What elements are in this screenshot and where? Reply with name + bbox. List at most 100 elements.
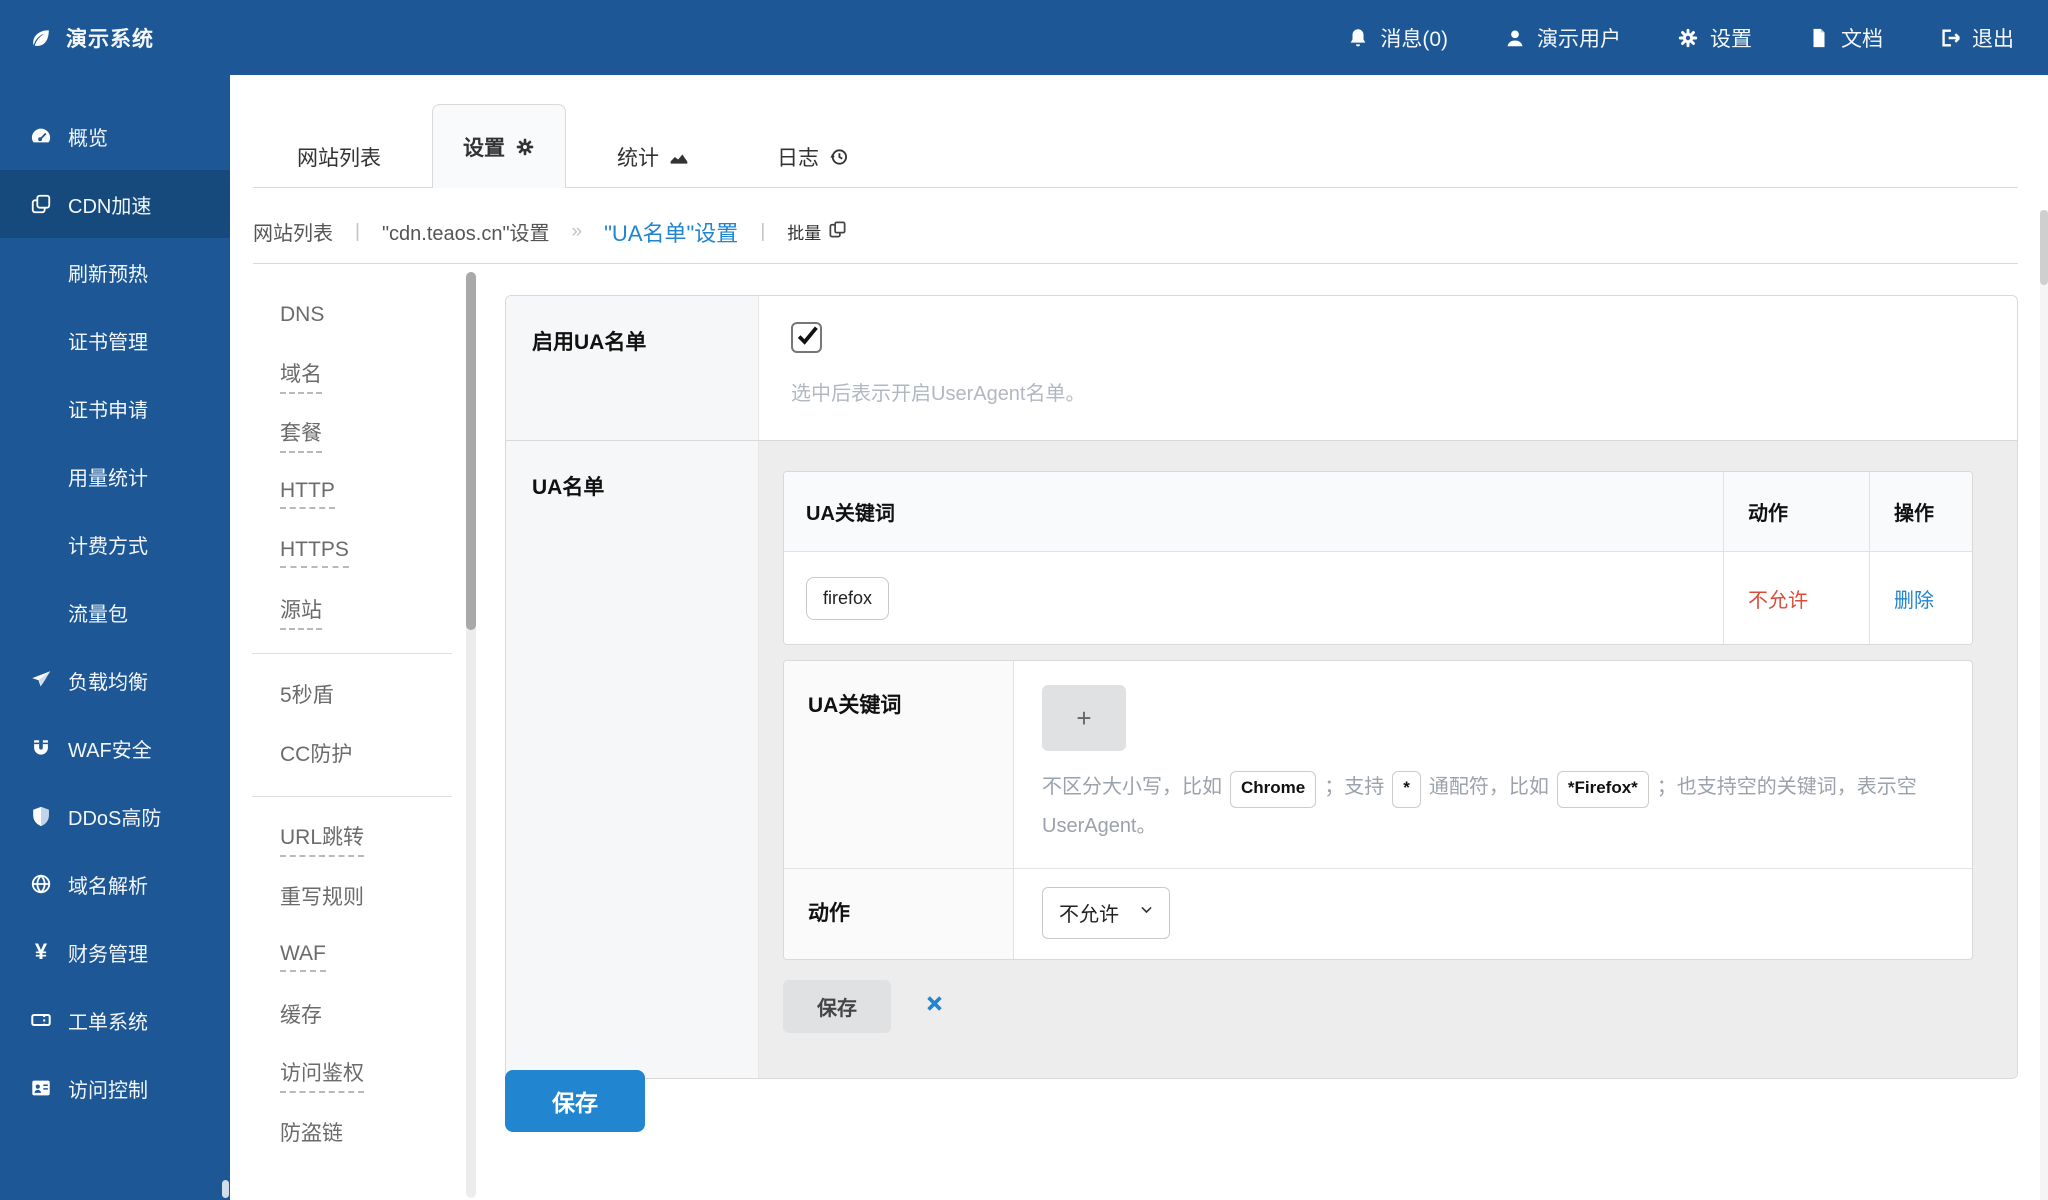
table-header-row: UA关键词 动作 操作 [784, 472, 1972, 552]
yen-icon: ¥ [28, 941, 54, 963]
chevron-down-icon [1138, 901, 1155, 924]
sidebar-item-label: 概览 [68, 122, 108, 151]
close-icon[interactable] [925, 994, 944, 1018]
messages-label: 消息(0) [1380, 23, 1448, 53]
tab-bar: 网站列表 设置 统计 日志 [253, 105, 2018, 188]
settings-nav-item-hotlink[interactable]: 防盗链 [252, 1104, 452, 1163]
settings-nav-item-https[interactable]: HTTPS [252, 523, 452, 582]
settings-nav-item-url-redirect[interactable]: URL跳转 [252, 809, 452, 868]
sidebar: 概览 CDN加速 刷新预热 证书管理 证书申请 用量统计 计费方式 流量包 负载… [0, 75, 230, 1200]
page-scrollbar[interactable] [2040, 210, 2048, 1200]
sidebar-item-dns-resolve[interactable]: 域名解析 [0, 850, 230, 918]
sidebar-item-label: 证书管理 [68, 326, 148, 355]
sidebar-item-label: CDN加速 [68, 190, 151, 219]
sidebar-item-cert-manage[interactable]: 证书管理 [0, 306, 230, 374]
sidebar-item-label: 流量包 [68, 598, 128, 627]
settings-nav-scrollbar[interactable] [466, 272, 476, 1198]
editor-save-row: 保存 [783, 980, 1973, 1033]
tab-site-list[interactable]: 网站列表 [260, 127, 418, 187]
sidebar-item-label: 用量统计 [68, 462, 148, 491]
tab-label: 统计 [617, 142, 659, 172]
breadcrumb-site-settings[interactable]: "cdn.teaos.cn"设置 [382, 217, 550, 246]
table-row: firefox 不允许 删除 [784, 552, 1972, 644]
editor-row-keyword: UA关键词 + 不区分大小写，比如Chrome；支持*通配符，比如*Firefo… [784, 661, 1972, 868]
page-scrollbar-thumb[interactable] [2040, 210, 2048, 285]
sidebar-item-overview[interactable]: 概览 [0, 102, 230, 170]
delete-link[interactable]: 删除 [1894, 584, 1934, 613]
settings-nav-item-cache[interactable]: 缓存 [252, 986, 452, 1045]
document-icon [1808, 27, 1830, 49]
tab-logs[interactable]: 日志 [740, 127, 886, 187]
batch-button[interactable]: 批量 [787, 219, 847, 244]
sidebar-item-traffic-package[interactable]: 流量包 [0, 578, 230, 646]
nav-divider [252, 796, 452, 797]
editor-save-button[interactable]: 保存 [783, 980, 891, 1033]
help-text: ；支持 [1324, 776, 1384, 798]
action-select[interactable]: 不允许 [1042, 887, 1170, 939]
magnet-icon [28, 737, 54, 759]
enable-ua-list-content: 选中后表示开启UserAgent名单。 [759, 296, 2017, 440]
enable-ua-checkbox[interactable] [791, 322, 822, 353]
ua-keyword-table: UA关键词 动作 操作 firefox 不允许 删除 [783, 471, 1973, 645]
gear-icon [1677, 27, 1699, 49]
action-select-value: 不允许 [1059, 898, 1119, 927]
clone-icon [28, 193, 54, 215]
add-keyword-button[interactable]: + [1042, 685, 1126, 751]
settings-nav-scrollbar-thumb[interactable] [466, 272, 476, 630]
breadcrumb-current[interactable]: "UA名单"设置 [604, 216, 738, 248]
sidebar-item-finance[interactable]: ¥ 财务管理 [0, 918, 230, 986]
sidebar-item-load-balancer[interactable]: 负载均衡 [0, 646, 230, 714]
settings-nav-item-cc[interactable]: CC防护 [252, 725, 452, 784]
settings-nav-item-dns[interactable]: DNS [252, 287, 452, 346]
sidebar-item-cdn[interactable]: CDN加速 [0, 170, 230, 238]
editor-keyword-label: UA关键词 [784, 661, 1014, 868]
sidebar-item-access-control[interactable]: 访问控制 [0, 1054, 230, 1122]
settings-nav-item-plan[interactable]: 套餐 [252, 405, 452, 464]
settings-button[interactable]: 设置 [1677, 23, 1752, 53]
sidebar-item-cert-apply[interactable]: 证书申请 [0, 374, 230, 442]
breadcrumb-separator: | [355, 221, 360, 243]
user-menu[interactable]: 演示用户 [1504, 23, 1621, 53]
settings-nav-item-domain[interactable]: 域名 [252, 346, 452, 405]
ua-list-form: 启用UA名单 选中后表示开启UserAgent名单。 UA名单 UA关键词 动作… [505, 295, 2018, 1079]
editor-action-label: 动作 [784, 869, 1014, 959]
tab-stats[interactable]: 统计 [580, 127, 726, 187]
id-card-icon [28, 1077, 54, 1099]
user-label: 演示用户 [1537, 23, 1621, 53]
sidebar-item-waf-security[interactable]: WAF安全 [0, 714, 230, 782]
topbar: 演示系统 消息(0) 演示用户 设置 文档 [0, 0, 2048, 75]
breadcrumb-separator: | [760, 221, 765, 243]
docs-button[interactable]: 文档 [1808, 23, 1883, 53]
messages-button[interactable]: 消息(0) [1347, 23, 1448, 53]
tab-label: 日志 [777, 142, 819, 172]
action-value: 不允许 [1748, 584, 1808, 613]
editor-row-action: 动作 不允许 [784, 868, 1972, 959]
main-content: 网站列表 设置 统计 日志 网站列表 | "cdn.teaos.cn"设置 » … [230, 75, 2048, 1200]
settings-nav-item-auth[interactable]: 访问鉴权 [252, 1045, 452, 1104]
sidebar-item-tickets[interactable]: 工单系统 [0, 986, 230, 1054]
settings-nav-item-rewrite[interactable]: 重写规则 [252, 868, 452, 927]
copy-icon [828, 220, 847, 244]
sidebar-item-billing-method[interactable]: 计费方式 [0, 510, 230, 578]
settings-nav-item-5s-shield[interactable]: 5秒盾 [252, 666, 452, 725]
settings-nav-item-waf[interactable]: WAF [252, 927, 452, 986]
header-operation: 操作 [1869, 472, 1972, 551]
logout-button[interactable]: 退出 [1939, 23, 2014, 53]
sidebar-scrollbar-thumb[interactable] [222, 1180, 229, 1198]
settings-nav-item-origin[interactable]: 源站 [252, 582, 452, 641]
settings-nav-item-http[interactable]: HTTP [252, 464, 452, 523]
tab-settings[interactable]: 设置 [432, 104, 566, 188]
action-cell: 不允许 [1723, 552, 1869, 644]
docs-label: 文档 [1841, 23, 1883, 53]
enable-ua-help: 选中后表示开启UserAgent名单。 [791, 377, 2017, 406]
save-button[interactable]: 保存 [505, 1070, 645, 1132]
keyword-tag: firefox [806, 577, 889, 620]
sidebar-item-refresh-preheat[interactable]: 刷新预热 [0, 238, 230, 306]
editor-keyword-content: + 不区分大小写，比如Chrome；支持*通配符，比如*Firefox*；也支持… [1014, 661, 1972, 868]
sidebar-item-ddos[interactable]: DDoS高防 [0, 782, 230, 850]
breadcrumb-site-list[interactable]: 网站列表 [253, 217, 333, 246]
brand[interactable]: 演示系统 [0, 23, 154, 53]
keyword-help: 不区分大小写，比如Chrome；支持*通配符，比如*Firefox*；也支持空的… [1042, 769, 1944, 844]
gear-icon [515, 137, 535, 157]
sidebar-item-usage-stats[interactable]: 用量统计 [0, 442, 230, 510]
